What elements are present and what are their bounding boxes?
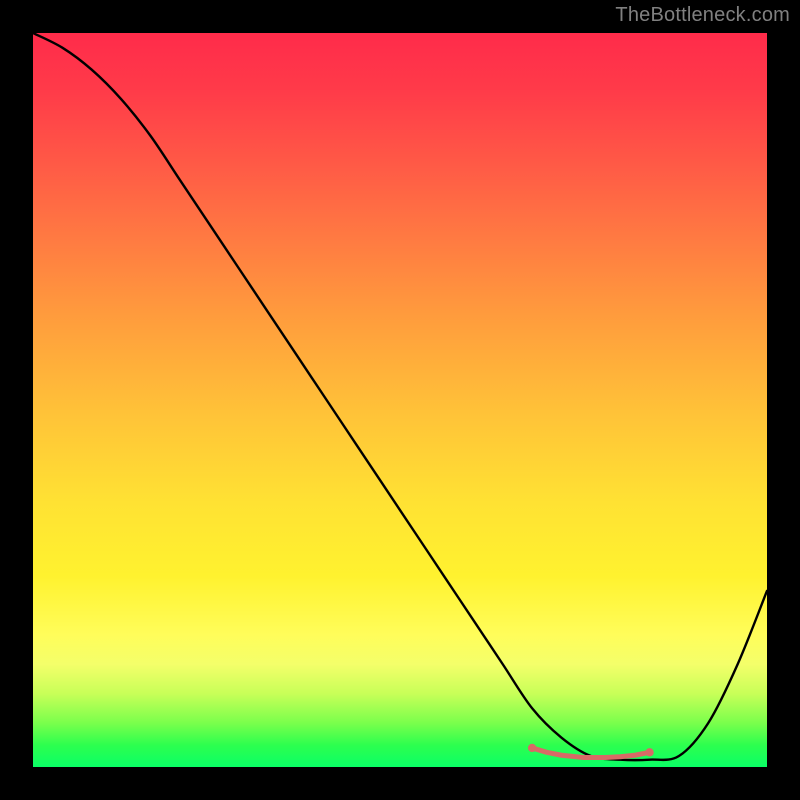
plot-area (33, 33, 767, 767)
chart-container: TheBottleneck.com (0, 0, 800, 800)
curve-svg (33, 33, 767, 767)
optimal-range-line (532, 748, 649, 758)
watermark-text: TheBottleneck.com (615, 4, 790, 27)
optimal-range-endpoint (645, 748, 653, 756)
optimal-range-markers (528, 744, 654, 758)
bottleneck-curve (33, 33, 767, 760)
optimal-range-endpoint (528, 744, 536, 752)
